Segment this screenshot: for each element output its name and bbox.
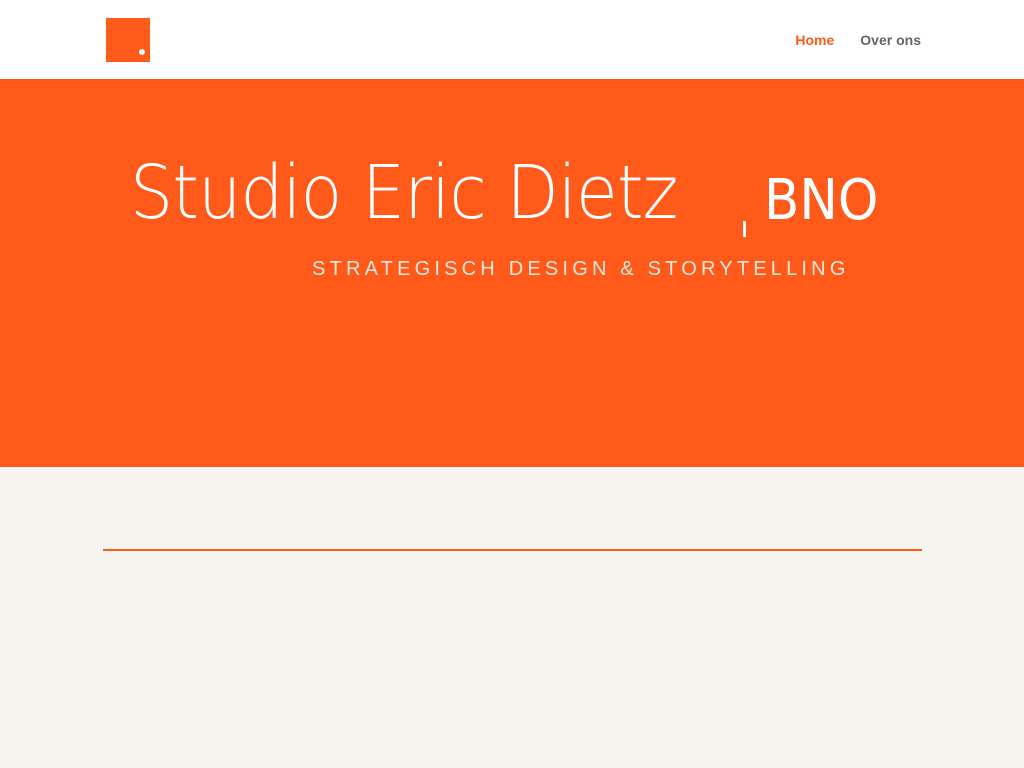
- hero-title: Studio Eric Dietz: [130, 151, 725, 235]
- logo-square: [106, 18, 150, 62]
- main-navigation: Home Over ons: [795, 31, 921, 49]
- hero-subtitle: STRATEGISCH DESIGN & STORYTELLING: [312, 258, 850, 280]
- logo-icon[interactable]: [106, 18, 150, 62]
- hero-title-separator: [743, 221, 746, 237]
- nav-link-over-ons[interactable]: Over ons: [860, 31, 921, 49]
- hero-title-suffix: BNO: [764, 168, 879, 233]
- hero-banner: Studio Eric Dietz BNO STRATEGISCH DESIGN…: [0, 79, 1024, 467]
- nav-link-home[interactable]: Home: [795, 31, 834, 49]
- page-content: [0, 467, 1024, 768]
- hero-title-text: Studio Eric Dietz: [130, 150, 678, 236]
- site-header: Home Over ons: [0, 0, 1024, 79]
- logo-dot: [139, 49, 145, 55]
- section-divider: [103, 549, 922, 551]
